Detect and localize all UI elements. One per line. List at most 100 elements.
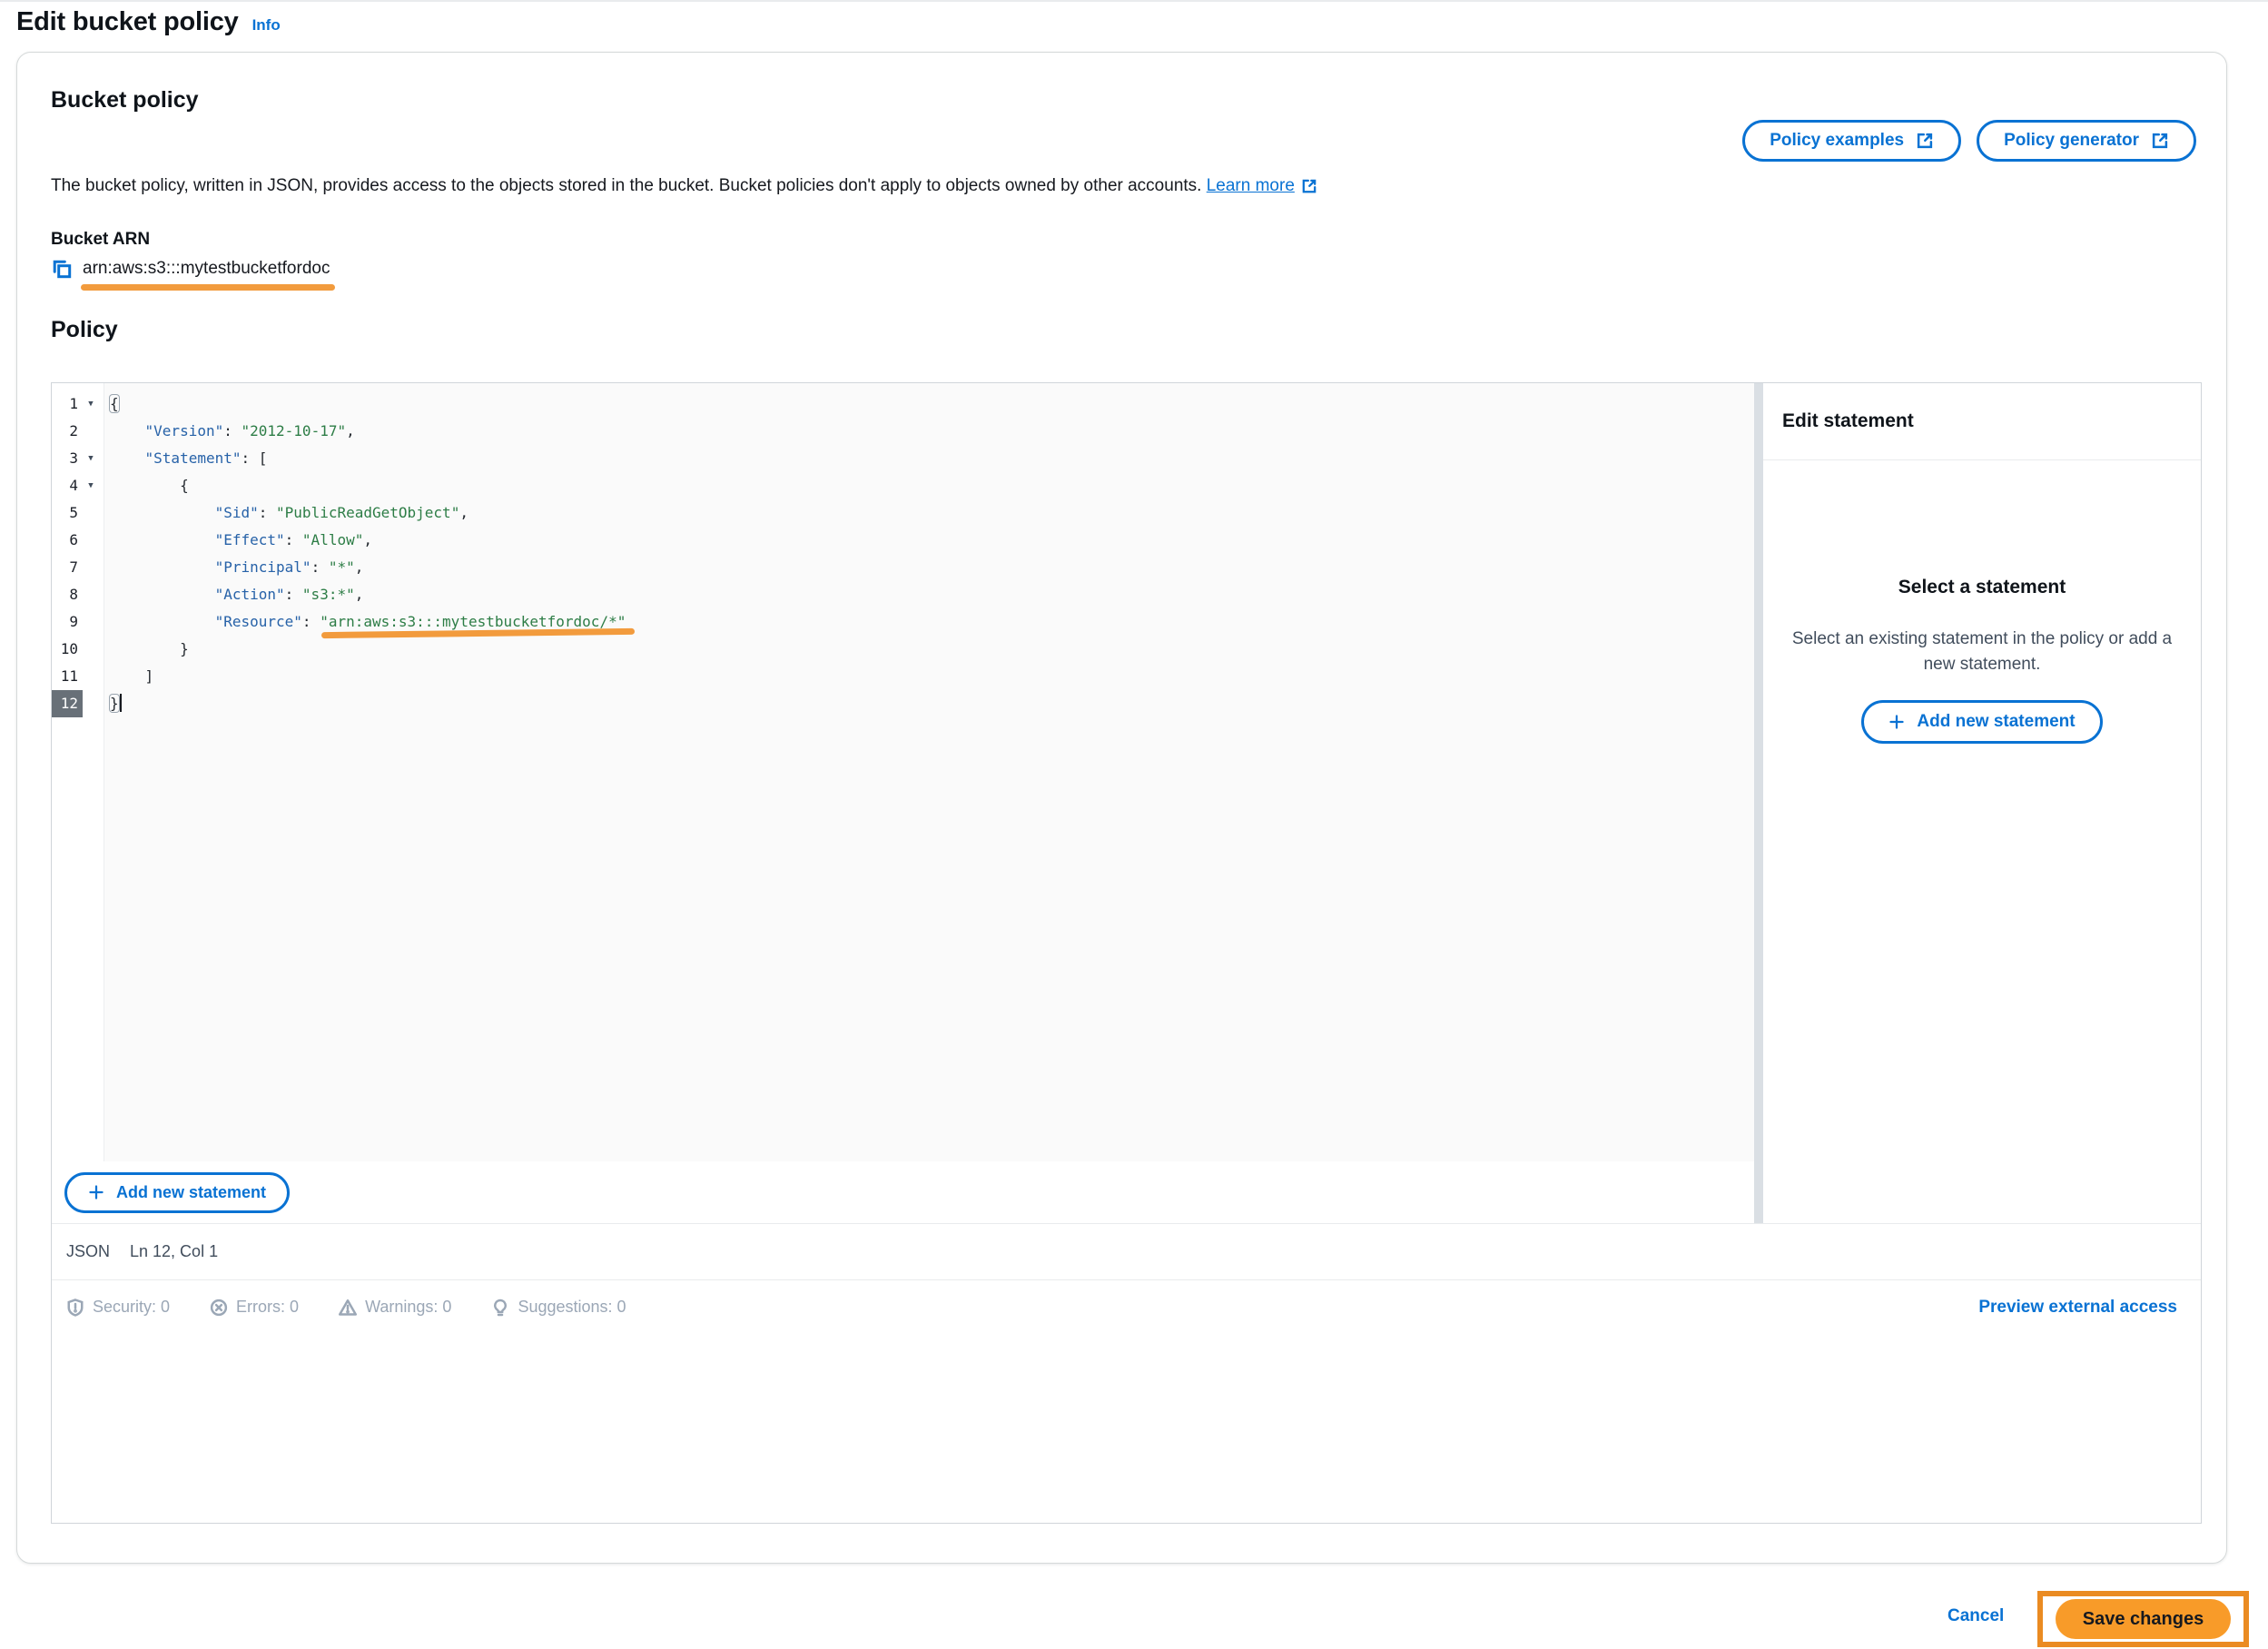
fold-toggle-icon[interactable]: ▼ xyxy=(83,400,99,409)
json-punctuation: : [ xyxy=(242,449,268,467)
json-key: "Resource" xyxy=(215,613,302,630)
line-number: 11 xyxy=(52,663,83,690)
info-link[interactable]: Info xyxy=(252,16,281,35)
line-number: 7 xyxy=(52,554,83,581)
select-statement-text: Select an existing statement in the poli… xyxy=(1778,627,2186,677)
save-annotation-highlight: Save changes xyxy=(2037,1591,2249,1647)
json-punctuation xyxy=(110,586,215,603)
external-link-icon xyxy=(1301,178,1317,194)
line-number: 4 xyxy=(52,472,83,499)
edit-statement-panel: Edit statement Select a statement Select… xyxy=(1763,383,2201,1223)
json-punctuation: } xyxy=(110,695,119,712)
external-link-icon xyxy=(1916,132,1934,150)
policy-generator-button[interactable]: Policy generator xyxy=(1977,120,2196,162)
code-line-2[interactable]: "Version": "2012-10-17", xyxy=(110,418,1754,445)
json-punctuation: } xyxy=(110,640,189,657)
gutter-line-12: 12 xyxy=(52,690,104,717)
gutter-line-10: 10 xyxy=(52,636,104,663)
policy-examples-button[interactable]: Policy examples xyxy=(1742,120,1961,162)
json-punctuation: : xyxy=(285,531,302,548)
gutter-line-8: 8 xyxy=(52,581,104,608)
json-punctuation xyxy=(110,531,215,548)
json-key: "Action" xyxy=(215,586,285,603)
bucket-policy-card: Bucket policy Policy examples Policy gen… xyxy=(16,52,2227,1564)
json-punctuation: : xyxy=(259,504,276,521)
card-title: Bucket policy xyxy=(51,87,199,114)
learn-more-label: Learn more xyxy=(1207,176,1295,196)
code-line-11[interactable]: ] xyxy=(110,663,1754,690)
fold-toggle-icon[interactable]: ▼ xyxy=(83,481,99,490)
warning-icon xyxy=(339,1298,357,1317)
gutter-line-7: 7 xyxy=(52,554,104,581)
shield-icon xyxy=(66,1298,84,1317)
json-punctuation: : xyxy=(311,558,329,576)
editor-gutter: 1▼23▼4▼56789101112 xyxy=(52,383,104,1161)
check-label: Security: 0 xyxy=(93,1298,170,1317)
line-number: 8 xyxy=(52,581,83,608)
card-actions: Policy examples Policy generator xyxy=(1742,120,2196,162)
save-changes-button[interactable]: Save changes xyxy=(2056,1599,2231,1639)
editor-checks: Security: 0 Errors: 0 Warnings: 0 Suggestio… xyxy=(66,1298,626,1317)
code-line-7[interactable]: "Principal": "*", xyxy=(110,554,1754,581)
page-header: Edit bucket policy Info xyxy=(16,7,281,37)
json-value: "*" xyxy=(329,558,355,576)
json-punctuation: ] xyxy=(110,667,153,685)
editor-status-bar: JSON Ln 12, Col 1 xyxy=(52,1223,2201,1279)
add-new-statement-label: Add new statement xyxy=(116,1183,266,1202)
json-key: "Effect" xyxy=(215,531,285,548)
check-label: Warnings: 0 xyxy=(365,1298,451,1317)
line-number: 1 xyxy=(52,390,83,418)
code-line-1[interactable]: { xyxy=(110,390,1754,418)
json-key: "Version" xyxy=(145,422,224,439)
json-value: "arn:aws:s3:::mytestbucketfordoc/*" xyxy=(320,613,626,630)
gutter-line-5: 5 xyxy=(52,499,104,527)
json-punctuation: : xyxy=(223,422,241,439)
line-number: 5 xyxy=(52,499,83,527)
copy-icon[interactable] xyxy=(51,258,73,280)
cancel-button[interactable]: Cancel xyxy=(1948,1606,2004,1626)
page-top-divider xyxy=(0,0,2268,2)
bucket-arn-row: arn:aws:s3:::mytestbucketfordoc xyxy=(51,258,330,280)
learn-more-link[interactable]: Learn more xyxy=(1207,176,1317,196)
code-line-6[interactable]: "Effect": "Allow", xyxy=(110,527,1754,554)
code-lines[interactable]: { "Version": "2012-10-17", "Statement": … xyxy=(104,383,1754,1161)
code-line-10[interactable]: } xyxy=(110,636,1754,663)
line-number: 9 xyxy=(52,608,83,636)
editor-panel-divider[interactable] xyxy=(1754,383,1763,1223)
check-label: Suggestions: 0 xyxy=(518,1298,626,1317)
code-line-8[interactable]: "Action": "s3:*", xyxy=(110,581,1754,608)
code-line-9[interactable]: "Resource": "arn:aws:s3:::mytestbucketfo… xyxy=(110,608,1754,636)
panel-add-new-statement-button[interactable]: Add new statement xyxy=(1861,700,2102,744)
bucket-arn-label: Bucket ARN xyxy=(51,230,150,250)
policy-section-label: Policy xyxy=(51,317,118,343)
add-new-statement-button[interactable]: Add new statement xyxy=(64,1172,290,1213)
line-number: 2 xyxy=(52,418,83,445)
json-punctuation: { xyxy=(110,395,119,412)
gutter-line-2: 2 xyxy=(52,418,104,445)
policy-editor: 1▼23▼4▼56789101112 { "Version": "2012-10… xyxy=(51,382,2202,1524)
check-item-errors: Errors: 0 xyxy=(210,1298,299,1317)
plus-icon xyxy=(88,1184,104,1200)
json-punctuation xyxy=(110,449,145,467)
code-line-5[interactable]: "Sid": "PublicReadGetObject", xyxy=(110,499,1754,527)
description-text: The bucket policy, written in JSON, prov… xyxy=(51,176,1207,195)
code-line-4[interactable]: { xyxy=(110,472,1754,499)
json-key: "Principal" xyxy=(215,558,311,576)
preview-external-access-link[interactable]: Preview external access xyxy=(1978,1298,2177,1318)
code-line-12[interactable]: } xyxy=(110,690,1754,717)
code-area[interactable]: 1▼23▼4▼56789101112 { "Version": "2012-10… xyxy=(52,383,1754,1161)
json-punctuation xyxy=(110,422,145,439)
fold-toggle-icon[interactable]: ▼ xyxy=(83,454,99,463)
edit-statement-title: Edit statement xyxy=(1763,383,2201,460)
json-punctuation: : xyxy=(302,613,320,630)
json-key: "Statement" xyxy=(145,449,242,467)
text-cursor xyxy=(120,694,122,712)
code-line-3[interactable]: "Statement": [ xyxy=(110,445,1754,472)
json-punctuation: , xyxy=(363,531,372,548)
json-punctuation xyxy=(110,504,215,521)
json-punctuation xyxy=(110,558,215,576)
panel-add-new-statement-label: Add new statement xyxy=(1917,712,2075,732)
json-value: "PublicReadGetObject" xyxy=(276,504,459,521)
line-number: 10 xyxy=(52,636,83,663)
json-punctuation: , xyxy=(355,558,364,576)
